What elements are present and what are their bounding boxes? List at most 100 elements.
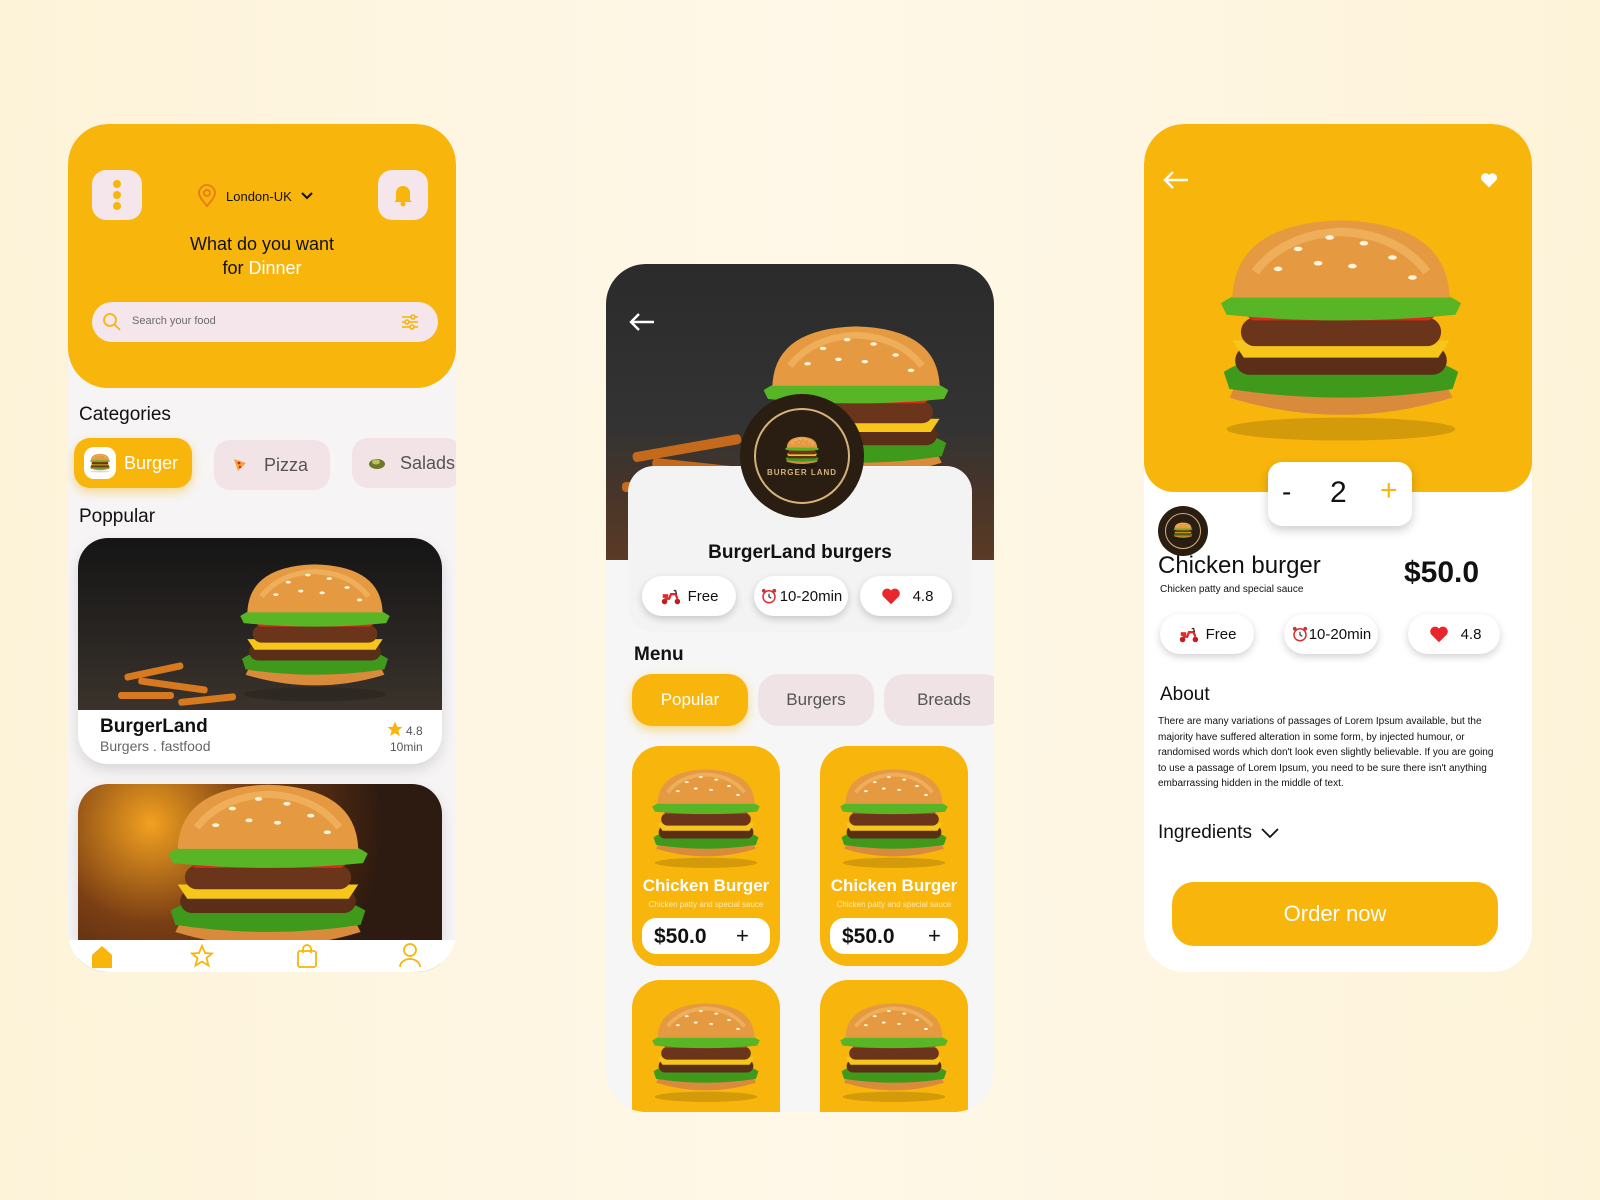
location-pin-icon: [198, 184, 216, 208]
greeting: What do you want for Dinner: [68, 232, 456, 280]
category-label: Salads: [400, 452, 456, 473]
burger-image: [226, 556, 404, 708]
categories-title: Categories: [79, 404, 171, 425]
order-now-button[interactable]: Order now: [1172, 882, 1498, 946]
restaurant-tags: Burgers . fastfood: [100, 738, 211, 754]
product-hero: [1144, 124, 1532, 492]
restaurant-image: [78, 538, 442, 710]
home-icon[interactable]: [90, 944, 114, 968]
filter-icon[interactable]: [400, 312, 420, 332]
product-detail-screen: - 2 + Chicken burger Chicken patty and s…: [1144, 124, 1532, 972]
location-selector[interactable]: London-UK: [196, 184, 314, 208]
home-screen: London-UK What do you want for Dinner Se…: [68, 124, 456, 972]
restaurant-card[interactable]: BurgerLand Burgers . fastfood 4.8 10min: [78, 538, 442, 764]
menu-item-card[interactable]: [632, 980, 780, 1112]
delivery-label: Free: [1205, 625, 1237, 643]
item-price-bar: $50.0 +: [830, 918, 958, 954]
fries-image: [118, 662, 237, 706]
time-label: 10-20min: [1308, 625, 1372, 643]
item-price: $50.0: [842, 925, 895, 948]
tab-breads[interactable]: Breads: [884, 674, 994, 726]
quantity-value: 2: [1330, 476, 1347, 509]
search-bar[interactable]: Search your food: [92, 302, 438, 342]
about-title: About: [1160, 684, 1210, 705]
favorite-heart-icon[interactable]: [1478, 170, 1500, 190]
item-price: $50.0: [654, 925, 707, 948]
restaurant-screen: BurgerLand burgers Free 10-20min 4.8 BUR…: [606, 264, 994, 1112]
tab-popular[interactable]: Popular: [632, 674, 748, 726]
tab-label: Popular: [660, 690, 720, 709]
burger-image: [642, 1000, 770, 1104]
home-header: London-UK What do you want for Dinner Se…: [68, 124, 456, 388]
time-pill: 10-20min: [1284, 614, 1378, 654]
star-icon: [387, 721, 403, 737]
ingredients-label: Ingredients: [1158, 822, 1253, 843]
bottom-nav: [68, 940, 456, 972]
burger-image: [830, 1000, 958, 1104]
increment-button[interactable]: +: [1380, 474, 1398, 508]
product-name: Chicken burger: [1158, 552, 1321, 579]
menu-item-card[interactable]: Chicken Burger Chicken patty and special…: [820, 746, 968, 966]
user-icon[interactable]: [398, 942, 422, 968]
delivery-label: Free: [687, 587, 719, 605]
salad-icon: [369, 459, 385, 469]
bell-icon: [394, 186, 412, 207]
search-icon: [103, 313, 121, 331]
item-name: Chicken Burger: [830, 876, 958, 895]
item-desc: Chicken patty and special sauce: [648, 900, 764, 909]
category-burger[interactable]: Burger: [74, 438, 192, 488]
scooter-icon: [1178, 623, 1200, 645]
more-vertical-icon: [113, 177, 121, 213]
category-label: Pizza: [264, 454, 309, 475]
category-label: Burger: [124, 452, 179, 473]
burger-image: [642, 766, 770, 870]
burger-logo-icon: [782, 436, 822, 468]
menu-item-card[interactable]: Chicken Burger Chicken patty and special…: [632, 746, 780, 966]
tab-burgers[interactable]: Burgers: [758, 674, 874, 726]
menu-item-card[interactable]: [820, 980, 968, 1112]
rating-pill: 4.8: [1408, 614, 1500, 654]
product-subtitle: Chicken patty and special sauce: [1160, 584, 1304, 595]
restaurant-name: BurgerLand burgers: [708, 542, 892, 563]
delivery-pill: Free: [1160, 614, 1254, 654]
item-price-bar: $50.0 +: [642, 918, 770, 954]
delivery-pill: Free: [642, 576, 736, 616]
restaurant-name: BurgerLand: [100, 716, 208, 737]
scooter-icon: [660, 585, 682, 607]
category-pizza[interactable]: Pizza: [214, 440, 330, 490]
back-arrow-icon[interactable]: [1162, 170, 1190, 190]
greeting-highlight: Dinner: [248, 258, 302, 278]
location-label: London-UK: [226, 188, 292, 204]
rating-pill: 4.8: [860, 576, 952, 616]
notification-button[interactable]: [378, 170, 428, 220]
product-price: $50.0: [1404, 556, 1480, 589]
about-text: There are many variations of passages of…: [1158, 716, 1494, 789]
add-button[interactable]: +: [736, 923, 749, 949]
heart-icon: [879, 585, 903, 607]
burger-image: [830, 766, 958, 870]
tab-label: Burgers: [786, 690, 846, 709]
logo-text: BURGER LAND: [766, 467, 838, 477]
burger-image: [1198, 214, 1484, 444]
item-name: Chicken Burger: [642, 876, 770, 895]
decrement-button[interactable]: -: [1282, 476, 1291, 508]
search-input[interactable]: Search your food: [132, 315, 216, 327]
rating-label: 4.8: [1460, 625, 1482, 643]
rating-label: 4.8: [912, 587, 934, 605]
restaurant-logo: [1158, 506, 1208, 556]
ingredients-toggle[interactable]: Ingredients: [1158, 822, 1280, 844]
menu-button[interactable]: [92, 170, 142, 220]
add-button[interactable]: +: [928, 923, 941, 949]
chevron-down-icon: [1261, 828, 1279, 839]
alarm-clock-icon: [760, 587, 778, 605]
chevron-down-icon: [301, 192, 313, 200]
bag-icon[interactable]: [296, 944, 318, 968]
back-arrow-icon[interactable]: [628, 312, 656, 332]
quantity-stepper: - 2 +: [1268, 462, 1412, 526]
category-salads[interactable]: Salads: [352, 438, 456, 488]
greeting-line-1: What do you want: [189, 234, 335, 254]
time-pill: 10-20min: [754, 576, 848, 616]
greeting-line-2: for Dinner: [68, 256, 456, 280]
time-label: 10-20min: [779, 587, 843, 605]
star-icon[interactable]: [190, 944, 214, 968]
